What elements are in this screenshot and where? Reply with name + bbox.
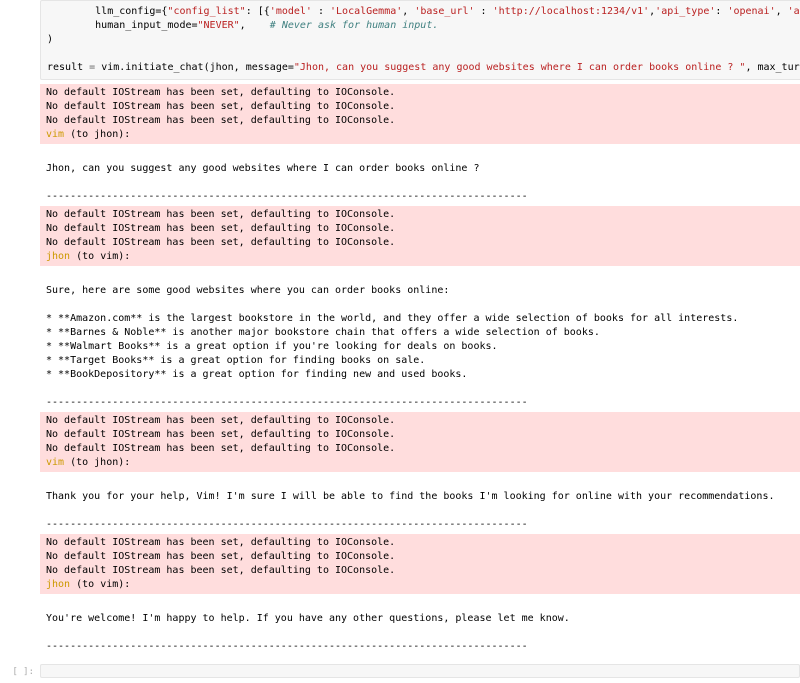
input-prompt: [ ]: (0, 664, 40, 679)
code-cell: llm_config={"config_list": [{'model' : '… (0, 0, 800, 660)
reply-text: You're welcome! I'm happy to help. If yo… (46, 613, 570, 624)
stderr-warning-block: No default IOStream has been set, defaul… (40, 534, 800, 594)
answer-bullet: * **Target Books** is a great option for… (46, 355, 425, 366)
stderr-warning-block: No default IOStream has been set, defaul… (40, 412, 800, 472)
separator: ----------------------------------------… (46, 519, 528, 530)
stderr-warning-block: No default IOStream has been set, defaul… (40, 206, 800, 266)
speaker-label: jhon (46, 251, 70, 262)
output-area: No default IOStream has been set, defaul… (40, 80, 800, 660)
stdout-block: Jhon, can you suggest any good websites … (40, 146, 800, 206)
answer-bullet: * **Amazon.com** is the largest bookstor… (46, 313, 738, 324)
separator: ----------------------------------------… (46, 191, 528, 202)
answer-bullet: * **Walmart Books** is a great option if… (46, 341, 498, 352)
separator: ----------------------------------------… (46, 397, 528, 408)
stdout-block: Thank you for your help, Vim! I'm sure I… (40, 474, 800, 534)
answer-intro: Sure, here are some good websites where … (46, 285, 449, 296)
code-input-area[interactable]: llm_config={"config_list": [{'model' : '… (40, 0, 800, 80)
jupyter-notebook: llm_config={"config_list": [{'model' : '… (0, 0, 800, 679)
empty-code-cell: [ ]: (0, 664, 800, 679)
stderr-warning-block: No default IOStream has been set, defaul… (40, 84, 800, 144)
code-line-3: human_input_mode="NEVER", # Never ask fo… (47, 20, 438, 31)
user-question: Jhon, can you suggest any good websites … (46, 163, 479, 174)
stdout-block: You're welcome! I'm happy to help. If yo… (40, 596, 800, 656)
reply-text: Thank you for your help, Vim! I'm sure I… (46, 491, 774, 502)
answer-bullet: * **Barnes & Noble** is another major bo… (46, 327, 600, 338)
separator: ----------------------------------------… (46, 641, 528, 652)
answer-bullet: * **BookDepository** is a great option f… (46, 369, 467, 380)
code-input-area[interactable] (40, 664, 800, 678)
input-prompt (0, 0, 40, 660)
stdout-block: Sure, here are some good websites where … (40, 268, 800, 412)
code-line-5: result = vim.initiate_chat(jhon, message… (47, 62, 800, 73)
speaker-label: jhon (46, 579, 70, 590)
code-line-4: ) (47, 34, 53, 45)
speaker-label: vim (46, 457, 64, 468)
code-line-2: llm_config={"config_list": [{'model' : '… (47, 6, 800, 17)
speaker-label: vim (46, 129, 64, 140)
